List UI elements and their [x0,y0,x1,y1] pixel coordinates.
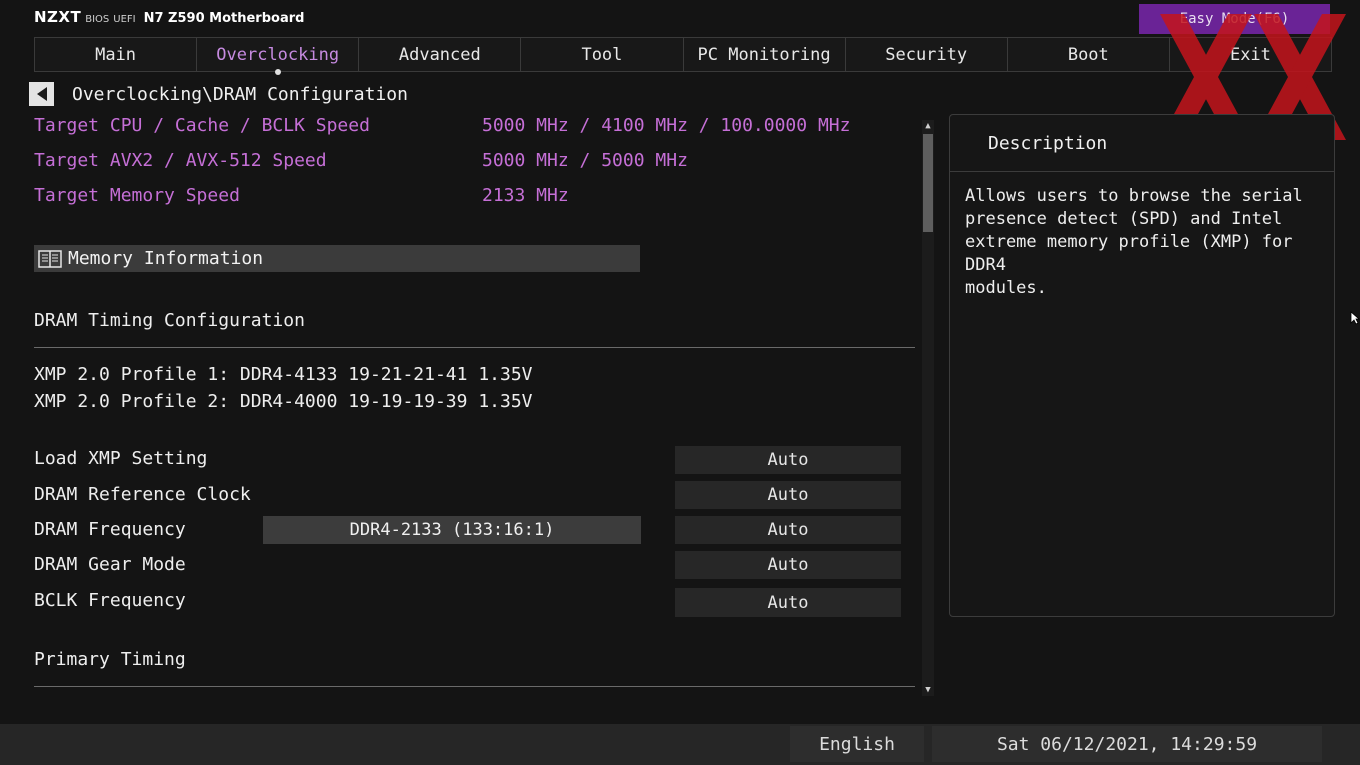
main-nav: Main Overclocking Advanced Tool PC Monit… [34,37,1332,75]
dram-frequency-select[interactable]: Auto [675,516,901,544]
uefi-label: UEFI [113,14,136,25]
target-memory-value: 2133 MHz [482,185,569,206]
tab-advanced[interactable]: Advanced [359,38,522,71]
load-xmp-label: Load XMP Setting [34,448,208,469]
mouse-cursor-icon [1350,311,1360,325]
load-xmp-select[interactable]: Auto [675,446,901,474]
scroll-up-icon[interactable]: ▲ [922,120,934,132]
section-divider [34,347,915,348]
tab-boot[interactable]: Boot [1007,38,1170,71]
target-memory-label: Target Memory Speed [34,185,240,206]
nzxt-logo: NZXT [34,8,82,26]
primary-timing-heading: Primary Timing [34,649,186,670]
back-button[interactable] [29,82,54,106]
xmp-profile-1: XMP 2.0 Profile 1: DDR4-4133 19-21-21-41… [34,364,533,385]
language-selector[interactable]: English [790,726,924,762]
back-arrow-icon [36,87,47,101]
tab-main[interactable]: Main [35,38,198,71]
dram-gear-mode-label: DRAM Gear Mode [34,554,186,575]
description-title: Description [988,133,1108,154]
date-time-display: Sat 06/12/2021, 14:29:59 [932,726,1322,762]
bclk-frequency-select[interactable]: Auto [675,588,901,617]
section-divider [34,686,915,687]
dram-gear-mode-select[interactable]: Auto [675,551,901,579]
board-model: N7 Z590 Motherboard [143,11,305,26]
bclk-frequency-label: BCLK Frequency [34,590,186,611]
tab-security[interactable]: Security [845,38,1008,71]
target-avx-label: Target AVX2 / AVX-512 Speed [34,150,327,171]
target-cpu-value: 5000 MHz / 4100 MHz / 100.0000 MHz [482,115,851,136]
description-text: Allows users to browse the serial presen… [965,186,1303,298]
brand-header: NZXT BIOS UEFI N7 Z590 Motherboard [34,8,304,28]
dram-frequency-label: DRAM Frequency [34,519,186,540]
breadcrumb: Overclocking\DRAM Configuration [72,84,408,105]
tab-tool[interactable]: Tool [521,38,684,71]
dram-ref-clock-select[interactable]: Auto [675,481,901,509]
scroll-down-icon[interactable]: ▼ [922,684,934,696]
xmp-profile-2: XMP 2.0 Profile 2: DDR4-4000 19-19-19-39… [34,391,533,412]
memory-information-item[interactable]: Memory Information [34,245,640,272]
tab-overclocking[interactable]: Overclocking [197,38,360,75]
tab-pc-monitoring[interactable]: PC Monitoring [683,38,846,71]
memory-information-label: Memory Information [68,248,264,269]
dram-timing-heading: DRAM Timing Configuration [34,310,305,331]
bios-label: BIOS [85,14,110,25]
memory-book-icon [38,249,62,268]
dram-ref-clock-label: DRAM Reference Clock [34,484,251,505]
target-avx-value: 5000 MHz / 5000 MHz [482,150,688,171]
target-cpu-label: Target CPU / Cache / BCLK Speed [34,115,370,136]
dram-frequency-readout: DDR4-2133 (133:16:1) [263,516,641,544]
scrollbar-thumb[interactable] [923,134,933,232]
